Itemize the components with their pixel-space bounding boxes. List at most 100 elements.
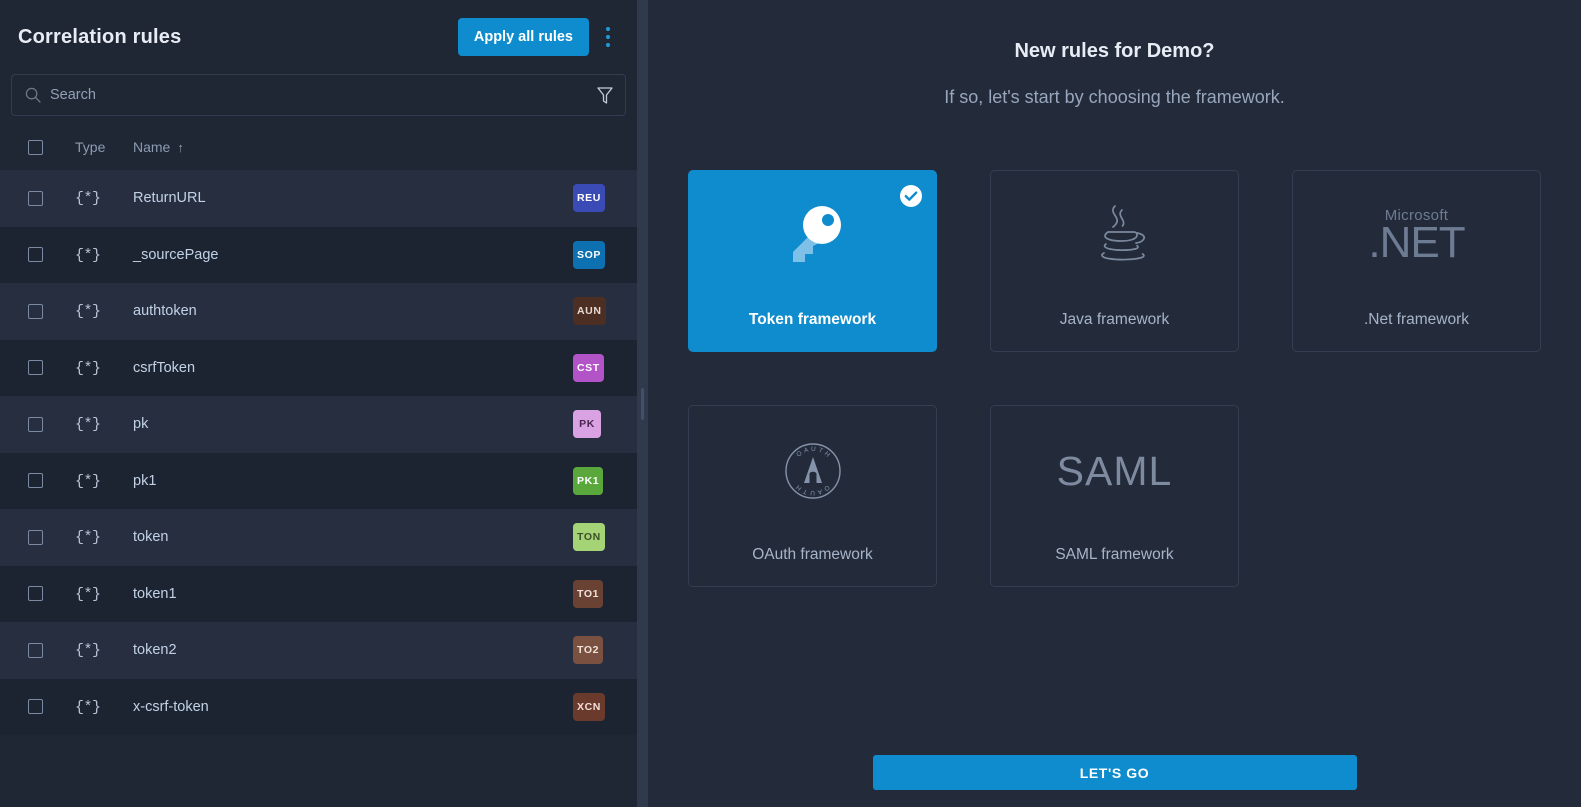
- rule-name-cell: x-csrf-token: [133, 699, 573, 715]
- framework-card-artwork: [991, 171, 1238, 301]
- table-row[interactable]: {*} token2 TO2: [0, 622, 637, 679]
- select-all-checkbox[interactable]: [28, 139, 43, 155]
- framework-card-artwork: SAML: [991, 406, 1238, 536]
- row-select-cell: [28, 529, 75, 545]
- framework-card-artwork: [689, 171, 936, 301]
- framework-card-key[interactable]: Token framework: [688, 170, 937, 352]
- row-select-cell: [28, 190, 75, 206]
- status-badge: SOP: [573, 240, 605, 269]
- row-checkbox[interactable]: [28, 529, 43, 545]
- sort-ascending-icon: ↑: [177, 139, 184, 155]
- framework-card-saml[interactable]: SAML SAML framework: [990, 405, 1239, 587]
- row-checkbox[interactable]: [28, 247, 43, 263]
- rule-type-cell: {*}: [75, 585, 133, 603]
- rule-badge-cell: TO2: [573, 636, 637, 665]
- column-header-name[interactable]: Name ↑: [133, 139, 573, 155]
- row-select-cell: [28, 586, 75, 602]
- resizer-grip-icon: [641, 387, 644, 420]
- table-row[interactable]: {*} pk PK: [0, 396, 637, 453]
- table-row[interactable]: {*} token TON: [0, 509, 637, 566]
- column-header-type[interactable]: Type: [75, 139, 133, 155]
- framework-card-java-coffee[interactable]: Java framework: [990, 170, 1239, 352]
- status-badge: PK1: [573, 466, 604, 495]
- table-row[interactable]: {*} pk1 PK1: [0, 452, 637, 509]
- rule-name-label: authtoken: [133, 303, 197, 320]
- regex-pattern-icon: {*}: [75, 303, 101, 321]
- app-root: Correlation rules Apply all rules Search…: [0, 0, 1581, 807]
- framework-card-artwork: Microsoft .NET: [1293, 171, 1540, 301]
- framework-card-dotnet[interactable]: Microsoft .NET .Net framework: [1292, 170, 1541, 352]
- cta-container: LET'S GO: [648, 755, 1581, 790]
- status-badge: AUN: [573, 297, 606, 326]
- regex-pattern-icon: {*}: [75, 359, 101, 377]
- search-bar[interactable]: [11, 74, 626, 116]
- table-row[interactable]: {*} ReturnURL REU: [0, 170, 637, 227]
- table-header-row: Type Name ↑: [0, 124, 637, 170]
- row-checkbox[interactable]: [28, 473, 43, 489]
- rule-type-cell: {*}: [75, 246, 133, 264]
- search-input[interactable]: [50, 87, 595, 103]
- rule-name-cell: pk1: [133, 473, 573, 489]
- rule-type-cell: {*}: [75, 189, 133, 207]
- table-row[interactable]: {*} csrfToken CST: [0, 339, 637, 396]
- rule-badge-cell: SOP: [573, 240, 637, 269]
- rule-name-label: pk: [133, 416, 149, 433]
- filter-funnel-icon[interactable]: [595, 84, 615, 106]
- apply-all-rules-button[interactable]: Apply all rules: [457, 18, 589, 56]
- correlation-rules-panel: Correlation rules Apply all rules Search…: [0, 0, 637, 807]
- rule-name-label: _sourcePage: [133, 246, 219, 263]
- row-select-cell: [28, 473, 75, 489]
- row-select-cell: [28, 699, 75, 715]
- regex-pattern-icon: {*}: [75, 190, 101, 208]
- row-checkbox[interactable]: [28, 642, 43, 658]
- framework-card-label: Token framework: [748, 311, 877, 328]
- saml-logo: SAML: [1056, 447, 1173, 494]
- rule-badge-cell: CST: [573, 353, 637, 382]
- rule-badge-cell: PK: [573, 410, 637, 439]
- framework-chooser-title: New rules for Demo?: [1014, 40, 1215, 62]
- framework-card-grid: Token framework Java framework Microsoft .N…: [688, 170, 1541, 587]
- table-row[interactable]: {*} authtoken AUN: [0, 283, 637, 340]
- rule-badge-cell: TO1: [573, 579, 637, 608]
- dotnet-logo-net: .NET: [1368, 217, 1465, 267]
- row-checkbox[interactable]: [28, 303, 43, 319]
- framework-card-oauth[interactable]: OAUTH OAUTH OAuth framework: [688, 405, 937, 587]
- rule-type-cell: {*}: [75, 528, 133, 546]
- regex-pattern-icon: {*}: [75, 585, 101, 603]
- row-select-cell: [28, 360, 75, 376]
- framework-card-label: .Net framework: [1363, 311, 1470, 328]
- framework-card-label: Java framework: [1059, 311, 1170, 328]
- panel-resizer-handle[interactable]: [637, 0, 648, 807]
- rule-name-cell: _sourcePage: [133, 247, 573, 263]
- table-row[interactable]: {*} _sourcePage SOP: [0, 226, 637, 283]
- panel-header: Correlation rules Apply all rules: [0, 0, 637, 74]
- row-checkbox[interactable]: [28, 360, 43, 376]
- regex-pattern-icon: {*}: [75, 529, 101, 547]
- oauth-logo: OAUTHOAUTH: [784, 443, 841, 499]
- framework-chooser-panel: New rules for Demo? If so, let's start b…: [648, 0, 1581, 807]
- regex-pattern-icon: {*}: [75, 642, 101, 660]
- rule-name-cell: token1: [133, 586, 573, 602]
- more-vertical-icon[interactable]: [593, 18, 623, 56]
- dotnet-logo: Microsoft .NET: [1368, 208, 1465, 267]
- rule-name-cell: csrfToken: [133, 360, 573, 376]
- row-checkbox[interactable]: [28, 699, 43, 715]
- row-checkbox[interactable]: [28, 190, 43, 206]
- rule-name-label: x-csrf-token: [133, 698, 209, 715]
- lets-go-button[interactable]: LET'S GO: [872, 755, 1357, 790]
- select-all-cell: [28, 139, 75, 155]
- rule-name-cell: token2: [133, 642, 573, 658]
- page-title: Correlation rules: [18, 25, 182, 48]
- row-select-cell: [28, 416, 75, 432]
- row-checkbox[interactable]: [28, 586, 43, 602]
- row-checkbox[interactable]: [28, 416, 43, 432]
- table-row[interactable]: {*} token1 TO1: [0, 565, 637, 622]
- rule-badge-cell: PK1: [573, 466, 637, 495]
- rule-type-cell: {*}: [75, 359, 133, 377]
- java-coffee-icon: [1100, 205, 1145, 261]
- status-badge: TO1: [573, 579, 604, 608]
- rule-name-label: csrfToken: [133, 359, 196, 376]
- table-row[interactable]: {*} x-csrf-token XCN: [0, 678, 637, 735]
- rule-type-cell: {*}: [75, 415, 133, 433]
- row-select-cell: [28, 247, 75, 263]
